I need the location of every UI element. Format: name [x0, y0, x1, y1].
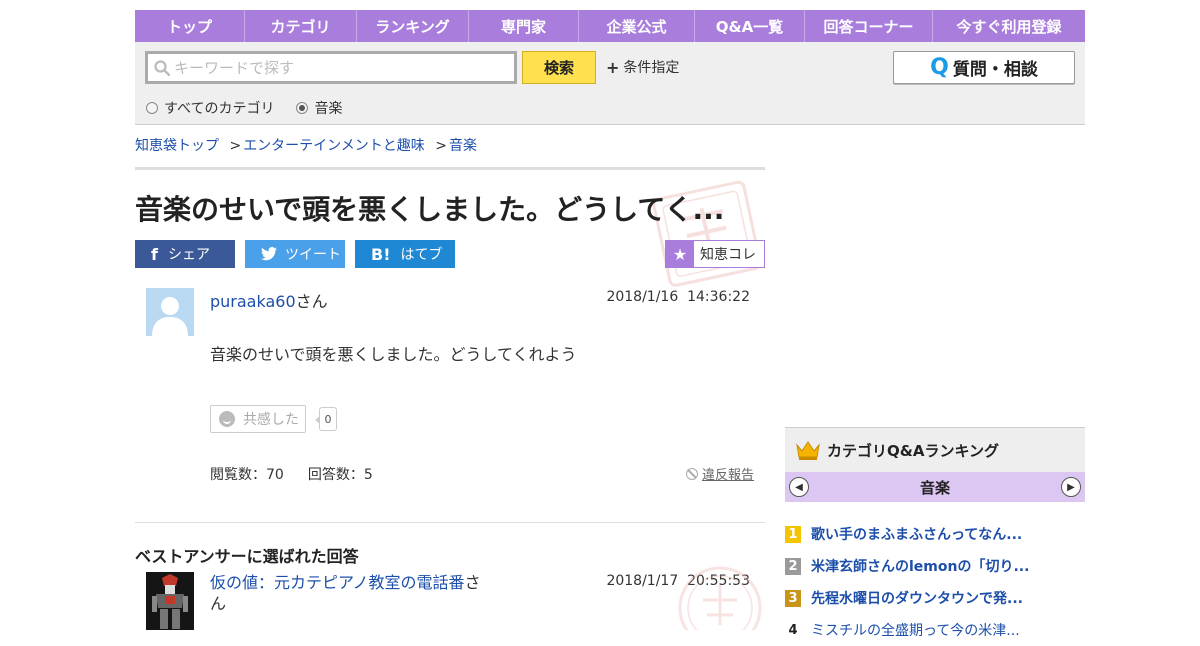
- question-author: puraaka60さん: [210, 288, 328, 312]
- ranking-title: カテゴリQ&Aランキング: [827, 441, 999, 460]
- share-hatena-button[interactable]: B! はてブ: [355, 240, 455, 268]
- radio-dot: [146, 102, 158, 114]
- empathy-count: 0: [315, 407, 337, 431]
- radio-current-label: 音楽: [314, 101, 343, 117]
- answer-avatar[interactable]: [146, 572, 194, 630]
- share-hatena-label: はてブ: [400, 247, 443, 263]
- smile-icon: [219, 411, 235, 427]
- avatar[interactable]: [146, 288, 194, 336]
- nav-category[interactable]: カテゴリ: [245, 10, 357, 42]
- ranking-list: 1 歌い手のまふまふさんってなん... 2 米津玄師さんのlemonの「切り..…: [785, 518, 1085, 646]
- divider: [135, 167, 765, 170]
- nav-experts[interactable]: 専門家: [469, 10, 579, 42]
- radio-dot-selected: [296, 102, 309, 114]
- best-answer-stamp-icon: [678, 566, 762, 630]
- share-facebook-button[interactable]: f シェア: [135, 240, 235, 268]
- condition-label: 条件指定: [623, 60, 680, 76]
- twitter-icon: [261, 247, 277, 261]
- prev-arrow-icon[interactable]: ◀: [789, 477, 809, 497]
- question-author-link[interactable]: puraaka60: [210, 292, 296, 311]
- question-body: 音楽のせいで頭を悪くしました。どうしてくれよう: [210, 345, 577, 364]
- nav-answer-corner[interactable]: 回答コーナー: [805, 10, 933, 42]
- report-label: 違反報告: [702, 468, 755, 483]
- ranking-category: 音楽: [919, 478, 950, 497]
- question-stats: 閲覧数：70 回答数：5: [210, 464, 373, 484]
- radio-current-category[interactable]: 音楽: [296, 98, 342, 118]
- robot-avatar-icon: [146, 572, 194, 630]
- rank-badge: 1: [785, 525, 801, 543]
- breadcrumb-separator: >: [435, 138, 447, 154]
- list-item: 1 歌い手のまふまふさんってなん...: [785, 518, 1085, 550]
- plus-icon: +: [606, 57, 620, 77]
- nav-register[interactable]: 今すぐ利用登録: [933, 10, 1085, 42]
- ranking-category-bar: ◀ 音楽 ▶: [785, 472, 1085, 502]
- breadcrumb-top[interactable]: 知恵袋トップ: [135, 138, 219, 154]
- facebook-icon: f: [151, 244, 158, 264]
- radio-all-label: すべてのカテゴリ: [164, 101, 275, 117]
- ask-question-button[interactable]: Q 質問・相談: [893, 51, 1075, 84]
- search-button[interactable]: 検索: [522, 51, 596, 84]
- hatena-bookmark-icon: B!: [371, 244, 391, 264]
- next-arrow-icon[interactable]: ▶: [1060, 477, 1081, 497]
- answer-author-link[interactable]: 仮の値：元カテピアノ教室の電話番: [210, 573, 465, 592]
- chiecore-label: 知恵コレ: [700, 247, 756, 263]
- list-item: 3 先程水曜日のダウンタウンで発...: [785, 582, 1085, 614]
- category-scope: すべてのカテゴリ 音楽: [146, 98, 364, 118]
- radio-all-categories[interactable]: すべてのカテゴリ: [146, 98, 274, 118]
- question-timestamp: 2018/1/16 14:36:22: [606, 289, 750, 305]
- rank-badge: 3: [785, 589, 801, 607]
- breadcrumb-separator: >: [229, 138, 242, 154]
- list-item: 2 米津玄師さんのlemonの「切り...: [785, 550, 1085, 582]
- empathy-label: 共感した: [243, 412, 299, 428]
- share-facebook-label: シェア: [167, 247, 210, 263]
- ranking-link[interactable]: 先程水曜日のダウンタウンで発...: [811, 588, 1023, 608]
- divider: [135, 522, 765, 523]
- list-item: 4 ミスチルの全盛期って今の米津...: [785, 614, 1085, 646]
- ranking-link[interactable]: 歌い手のまふまふさんってなん...: [811, 524, 1022, 544]
- nav-qa-list[interactable]: Q&A一覧: [695, 10, 805, 42]
- ask-label: 質問・相談: [952, 60, 1038, 80]
- question-title: 音楽のせいで頭を悪くしました。どうしてく...: [135, 193, 725, 226]
- ranking-link[interactable]: 米津玄師さんのlemonの「切り...: [811, 556, 1029, 576]
- best-answer-heading: ベストアンサーに選ばれた回答: [135, 547, 359, 566]
- ban-icon: [686, 467, 698, 480]
- answer-author: 仮の値：元カテピアノ教室の電話番さん: [210, 572, 490, 614]
- rank-badge: 4: [788, 622, 798, 638]
- star-icon: ★: [666, 241, 694, 267]
- chiecore-button[interactable]: ★ 知恵コレ: [665, 240, 765, 268]
- default-user-icon: [146, 288, 194, 336]
- breadcrumb-music[interactable]: 音楽: [449, 138, 477, 154]
- share-twitter-label: ツイート: [285, 247, 341, 263]
- view-count: 閲覧数：70: [210, 467, 284, 483]
- nav-corporate[interactable]: 企業公式: [579, 10, 695, 42]
- search-icon: [154, 59, 170, 76]
- q-icon: Q: [930, 55, 949, 80]
- share-twitter-button[interactable]: ツイート: [245, 240, 345, 268]
- report-link[interactable]: 違反報告: [686, 464, 754, 483]
- global-nav: トップ カテゴリ ランキング 専門家 企業公式 Q&A一覧 回答コーナー 今すぐ…: [135, 10, 1085, 42]
- author-suffix: さん: [295, 292, 328, 311]
- nav-top[interactable]: トップ: [135, 10, 245, 42]
- search-band: 検索 + 条件指定 Q 質問・相談 すべてのカテゴリ 音楽: [135, 42, 1085, 125]
- search-input[interactable]: [174, 58, 494, 77]
- category-ranking: カテゴリQ&Aランキング ◀ 音楽 ▶ 1 歌い手のまふまふさんってなん... …: [785, 427, 1085, 646]
- rank-badge: 2: [785, 557, 801, 575]
- answer-count: 回答数：5: [307, 467, 373, 483]
- empathy-button[interactable]: 共感した: [210, 405, 306, 433]
- breadcrumb: 知恵袋トップ > エンターテインメントと趣味 > 音楽: [135, 135, 477, 155]
- condition-link[interactable]: + 条件指定: [606, 57, 679, 77]
- breadcrumb-entertainment[interactable]: エンターテインメントと趣味: [243, 138, 425, 154]
- ranking-header: カテゴリQ&Aランキング: [785, 427, 1085, 472]
- nav-ranking[interactable]: ランキング: [357, 10, 469, 42]
- search-field[interactable]: [145, 51, 517, 84]
- crown-icon: [796, 441, 820, 460]
- ranking-link[interactable]: ミスチルの全盛期って今の米津...: [811, 620, 1020, 640]
